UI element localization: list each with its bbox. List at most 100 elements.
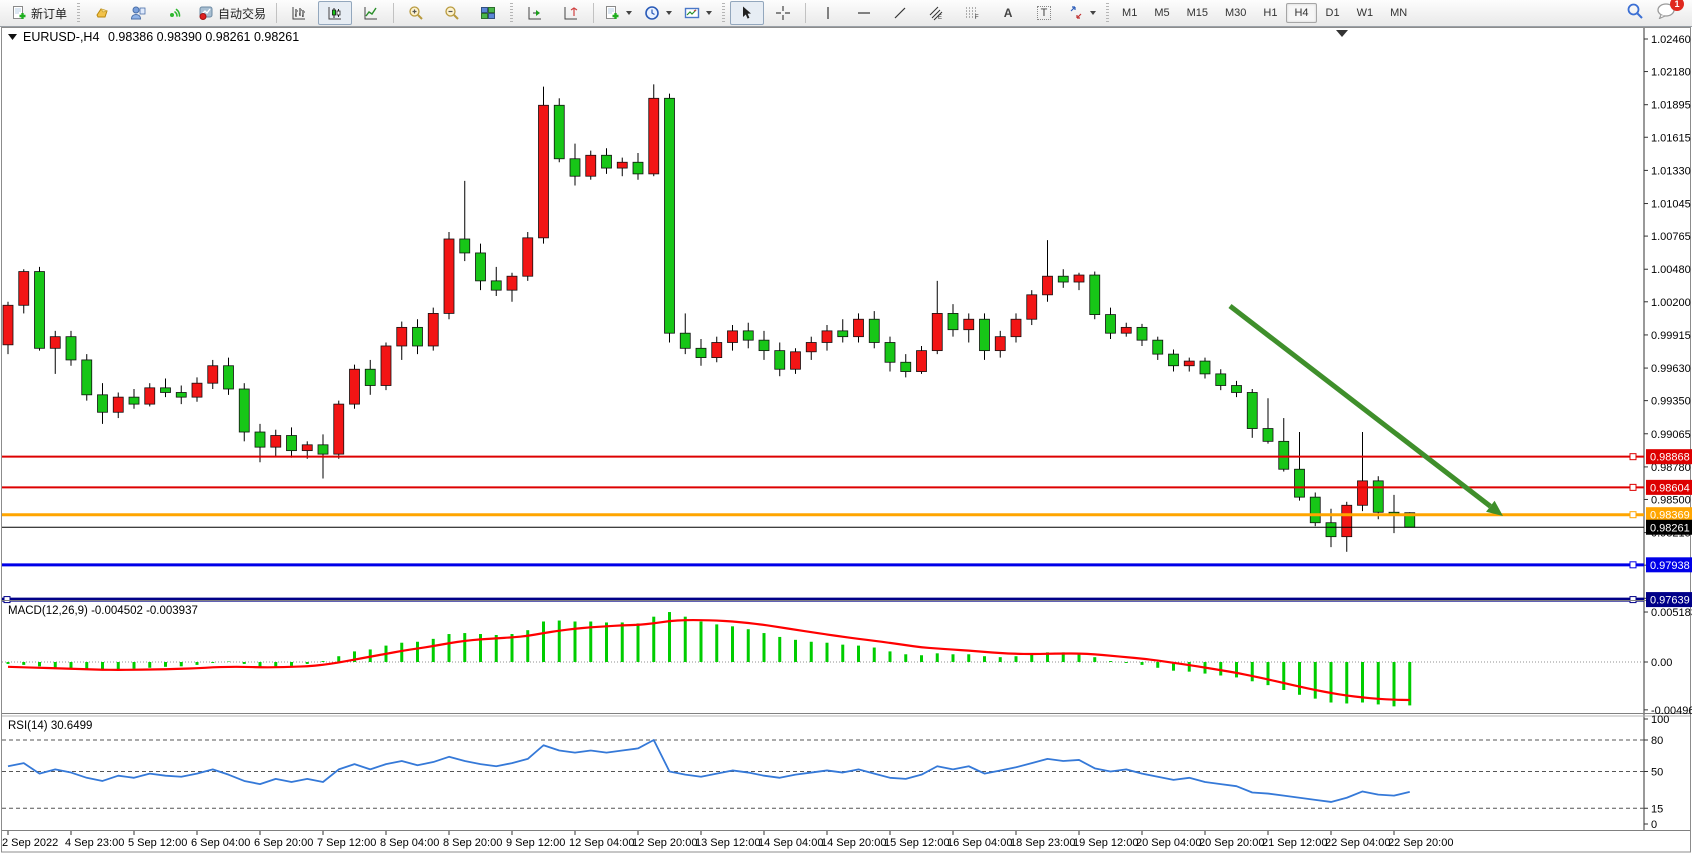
toolbar-grip[interactable]: [722, 3, 725, 23]
hline-handle[interactable]: [1630, 562, 1636, 568]
dropdown-caret-icon: [666, 11, 672, 15]
tab-timeframe-W1[interactable]: W1: [1349, 3, 1382, 23]
rsi-scale-label: 0: [1651, 819, 1657, 831]
candle-body: [1263, 429, 1273, 442]
crosshair-button[interactable]: [766, 1, 800, 25]
candle-body: [822, 331, 832, 343]
search-icon[interactable]: [1626, 2, 1644, 25]
gold-icon-button[interactable]: [85, 1, 119, 25]
candle-body: [1247, 392, 1257, 428]
fibonacci-tool-button[interactable]: F: [955, 1, 989, 25]
toolbar-grip[interactable]: [1106, 3, 1109, 23]
candle-body: [381, 346, 391, 386]
hline-handle[interactable]: [1630, 484, 1636, 490]
bar-chart-button[interactable]: [282, 1, 316, 25]
tile-windows-button[interactable]: [471, 1, 505, 25]
periods-button[interactable]: [639, 1, 677, 25]
candle-body: [145, 388, 155, 404]
chart-shift-button[interactable]: [554, 1, 588, 25]
candle-body: [948, 313, 958, 329]
candle-body: [1027, 295, 1037, 319]
price-tick-label: 1.01330: [1651, 165, 1691, 177]
candle-body: [1090, 275, 1100, 315]
hline-handle[interactable]: [4, 597, 10, 603]
toolbar-grip[interactable]: [510, 3, 513, 23]
price-tick-label: 0.99630: [1651, 363, 1691, 375]
candle-body: [255, 432, 265, 447]
auto-scroll-button[interactable]: [518, 1, 552, 25]
candle-body: [3, 305, 13, 345]
chart-canvas[interactable]: EURUSD-,H4 0.98386 0.98390 0.98261 0.982…: [0, 0, 1692, 853]
candle-body: [1232, 386, 1242, 393]
candle-body: [633, 162, 643, 174]
candle-body: [854, 319, 864, 336]
zoom-in-button[interactable]: [399, 1, 433, 25]
clock-icon: [644, 5, 660, 21]
candle-body: [413, 327, 423, 346]
vertical-line-tool-button[interactable]: [811, 1, 845, 25]
tab-timeframe-D1[interactable]: D1: [1318, 3, 1348, 23]
cursor-arrow-icon: [739, 5, 755, 21]
candle-body: [759, 340, 769, 350]
candle-body: [507, 276, 517, 290]
notifications-button[interactable]: 1: [1656, 3, 1676, 24]
tab-timeframe-H4[interactable]: H4: [1286, 3, 1316, 23]
tab-timeframe-M15[interactable]: M15: [1179, 3, 1216, 23]
label-tool-button[interactable]: T: [1027, 1, 1061, 25]
candle-body: [617, 162, 627, 168]
candle-body: [350, 369, 360, 404]
hline-handle[interactable]: [1630, 454, 1636, 460]
zoom-out-button[interactable]: [435, 1, 469, 25]
candle-body: [869, 319, 879, 342]
arrows-tool-button[interactable]: [1063, 1, 1101, 25]
trading-terminal: 新订单 自动交易: [0, 0, 1692, 853]
tab-timeframe-M1[interactable]: M1: [1114, 3, 1145, 23]
candle-body: [1043, 276, 1053, 295]
candle-body: [932, 313, 942, 350]
line-chart-button[interactable]: [354, 1, 388, 25]
chart-title-ohlc: 0.98386 0.98390 0.98261 0.98261: [108, 30, 299, 44]
dropdown-caret-icon: [706, 11, 712, 15]
trendline-icon: [892, 5, 908, 21]
candle-body: [570, 159, 580, 176]
text-tool-button[interactable]: A: [991, 1, 1025, 25]
fibonacci-icon: F: [964, 5, 980, 21]
auto-trading-icon: [198, 5, 214, 21]
candle-body: [901, 362, 911, 371]
channel-tool-button[interactable]: E: [919, 1, 953, 25]
candlestick-chart-button[interactable]: [318, 1, 352, 25]
price-tick-label: 1.01045: [1651, 199, 1691, 211]
tab-timeframe-M30[interactable]: M30: [1217, 3, 1254, 23]
hline-handle[interactable]: [1630, 512, 1636, 518]
auto-trading-button[interactable]: 自动交易: [193, 1, 271, 25]
time-tick-label: 8 Sep 04:00: [380, 837, 439, 849]
candle-body: [980, 319, 990, 350]
toolbar-grip[interactable]: [77, 3, 80, 23]
navigator-button[interactable]: [121, 1, 155, 25]
candle-body: [50, 337, 60, 349]
tab-timeframe-H1[interactable]: H1: [1255, 3, 1285, 23]
price-tick-label: 1.00480: [1651, 264, 1691, 276]
candle-body: [318, 445, 328, 454]
hline-handle[interactable]: [1630, 597, 1636, 603]
template-icon: [684, 5, 700, 21]
candle-body: [98, 395, 108, 412]
person-chart-icon: [130, 5, 146, 21]
horizontal-line-tool-button[interactable]: [847, 1, 881, 25]
gold-nugget-icon: [94, 5, 110, 21]
tab-timeframe-MN[interactable]: MN: [1382, 3, 1415, 23]
trendline-tool-button[interactable]: [883, 1, 917, 25]
candle-body: [208, 366, 218, 383]
candlestick-chart-icon: [327, 5, 343, 21]
indicators-button[interactable]: [599, 1, 637, 25]
cursor-button[interactable]: [730, 1, 764, 25]
candle-body: [129, 397, 139, 404]
signal-button[interactable]: [157, 1, 191, 25]
time-tick-label: 14 Sep 20:00: [821, 837, 886, 849]
templates-button[interactable]: [679, 1, 717, 25]
tab-timeframe-M5[interactable]: M5: [1146, 3, 1177, 23]
time-tick-label: 16 Sep 04:00: [947, 837, 1012, 849]
new-order-button[interactable]: 新订单: [6, 1, 72, 25]
price-tick-label: 1.01615: [1651, 132, 1691, 144]
time-tick-label: 21 Sep 12:00: [1262, 837, 1327, 849]
